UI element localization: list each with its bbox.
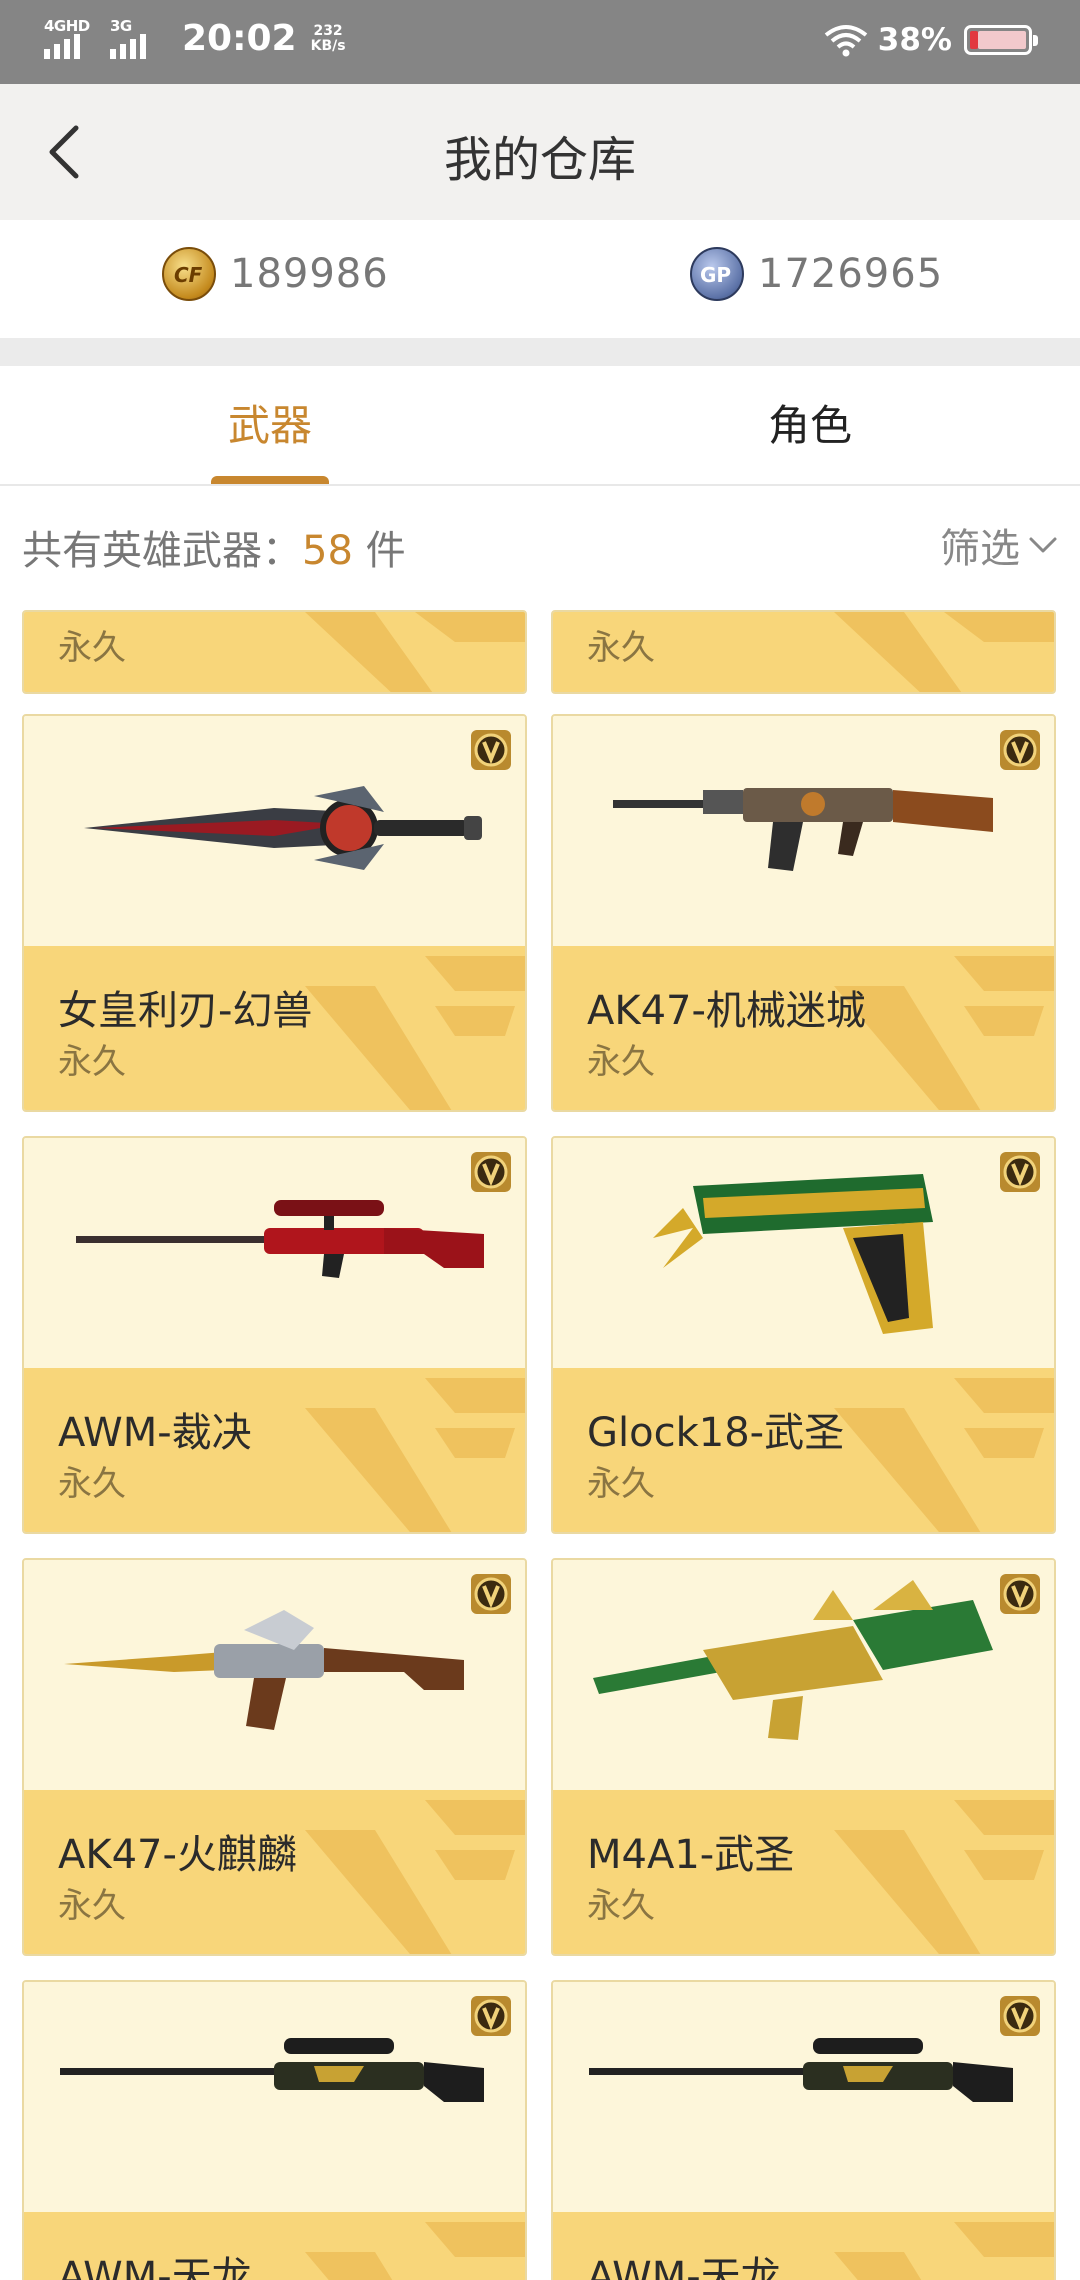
- tab-weapons[interactable]: 武器: [0, 366, 540, 486]
- weapon-card[interactable]: 永久: [22, 610, 527, 694]
- weapon-duration: 永久: [587, 628, 655, 668]
- speed-unit: KB/s: [310, 37, 346, 54]
- app-header: 我的仓库: [0, 84, 1080, 220]
- cf-watermark-icon: [305, 1378, 525, 1532]
- speed-value: 232: [313, 22, 343, 39]
- gold-value: 189986: [230, 251, 389, 297]
- cf-watermark-icon: [834, 2222, 1054, 2280]
- weapon-duration: 永久: [587, 1464, 655, 1504]
- battery-percent: 38%: [877, 22, 952, 58]
- wifi-icon: [824, 25, 868, 57]
- page-title: 我的仓库: [443, 132, 636, 188]
- vip-badge-icon: [1000, 1574, 1040, 1614]
- weapon-card[interactable]: AWM-天龙 永久: [551, 1980, 1056, 2280]
- status-bar: 4GHD 3G 20:02 232 KB/s 38%: [0, 0, 1080, 84]
- vip-badge-icon: [471, 1996, 511, 2036]
- cf-watermark-icon: [834, 612, 1054, 692]
- cf-watermark-icon: [834, 1378, 1054, 1532]
- gp-coin-label: GP: [700, 263, 732, 287]
- weapon-duration: 永久: [587, 1042, 655, 1082]
- weapon-card[interactable]: AK47-机械迷城 永久: [551, 714, 1056, 1112]
- vip-badge-icon: [471, 730, 511, 770]
- tab-characters[interactable]: 角色: [540, 366, 1080, 486]
- battery-icon: [964, 25, 1038, 55]
- gp-value: 1726965: [758, 251, 944, 297]
- cf-watermark-icon: [834, 1800, 1054, 1954]
- weapon-card[interactable]: AK47-火麒麟 永久: [22, 1558, 527, 1956]
- tab-bar: 武器 角色: [0, 366, 1080, 486]
- count-number: 58: [302, 528, 353, 574]
- vip-badge-icon: [471, 1152, 511, 1192]
- count-suffix: 件: [352, 528, 406, 574]
- cf-watermark-icon: [305, 612, 525, 692]
- gp-balance: GP 1726965: [690, 247, 943, 301]
- vip-badge-icon: [1000, 1996, 1040, 2036]
- sniper-rifle-icon: [76, 1200, 484, 1278]
- vip-badge-icon: [1000, 1152, 1040, 1192]
- weapon-card[interactable]: AWM-天龙 永久: [22, 1980, 527, 2280]
- gold-balance: CF 189986: [162, 247, 389, 301]
- sword-icon: [84, 786, 482, 870]
- rifle-icon: [64, 1610, 464, 1730]
- weapon-duration: 永久: [58, 1464, 126, 1504]
- tab-active-indicator: [211, 476, 329, 484]
- weapon-duration: 永久: [58, 1042, 126, 1082]
- chevron-down-icon: [1029, 537, 1057, 553]
- sniper-rifle-icon: [60, 2038, 484, 2102]
- weapon-card[interactable]: 永久: [551, 610, 1056, 694]
- weapon-card[interactable]: Glock18-武圣 永久: [551, 1136, 1056, 1534]
- gp-coin-icon: GP: [690, 247, 744, 301]
- rifle-icon: [593, 1580, 993, 1740]
- weapon-name: AK47-机械迷城: [587, 988, 866, 1034]
- section-divider: [0, 338, 1080, 366]
- weapon-name: AWM-裁决: [58, 1410, 252, 1456]
- sniper-rifle-icon: [589, 2038, 1013, 2102]
- signal-icon: 4GHD: [44, 16, 100, 59]
- weapon-grid: 永久 永久 女皇利刃-幻兽 永久 AK47-机械迷城 永久 AWM-裁决 永久 …: [0, 600, 1080, 2280]
- weapon-card[interactable]: M4A1-武圣 永久: [551, 1558, 1056, 1956]
- vip-badge-icon: [1000, 730, 1040, 770]
- clock: 20:02: [182, 18, 297, 59]
- weapon-card[interactable]: AWM-裁决 永久: [22, 1136, 527, 1534]
- weapon-name: Glock18-武圣: [587, 1410, 845, 1456]
- weapon-name: 女皇利刃-幻兽: [58, 988, 313, 1034]
- signal-icon-2: 3G: [110, 16, 166, 59]
- weapon-name: AK47-火麒麟: [58, 1832, 297, 1878]
- network-speed: 232 KB/s: [310, 22, 346, 54]
- vip-badge-icon: [471, 1574, 511, 1614]
- network-type-label: 4GHD: [44, 16, 90, 35]
- cf-coin-icon: CF: [162, 247, 216, 301]
- cf-watermark-icon: [305, 2222, 525, 2280]
- cf-watermark-icon: [305, 956, 525, 1110]
- weapon-name: AWM-天龙: [587, 2254, 781, 2280]
- cf-watermark-icon: [834, 956, 1054, 1110]
- cf-watermark-icon: [305, 1800, 525, 1954]
- weapon-name: M4A1-武圣: [587, 1832, 795, 1878]
- weapon-count: 共有英雄武器：58 件: [22, 518, 406, 576]
- currency-bar: CF 189986 GP 1726965: [0, 220, 1080, 338]
- weapon-card[interactable]: 女皇利刃-幻兽 永久: [22, 714, 527, 1112]
- weapon-duration: 永久: [587, 1886, 655, 1926]
- filter-button[interactable]: 筛选: [940, 516, 1058, 574]
- count-prefix: 共有英雄武器：: [22, 528, 302, 574]
- pistol-icon: [653, 1174, 933, 1334]
- rifle-icon: [613, 788, 993, 871]
- summary-row: 共有英雄武器：58 件 筛选: [0, 488, 1080, 600]
- network-type-label-2: 3G: [110, 16, 132, 35]
- weapon-duration: 永久: [58, 628, 126, 668]
- weapon-duration: 永久: [58, 1886, 126, 1926]
- filter-label: 筛选: [940, 526, 1020, 572]
- weapon-name: AWM-天龙: [58, 2254, 252, 2280]
